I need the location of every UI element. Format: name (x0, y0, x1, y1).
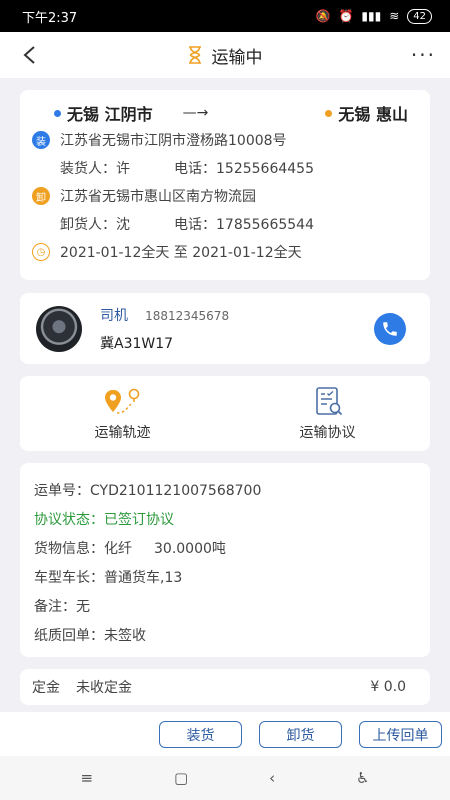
signal-icon: ▮▮▮ (361, 9, 382, 23)
unloader-phone[interactable]: 电话：17855665544 (174, 214, 314, 234)
date-row: ◷ 2021-01-12全天 至 2021-01-12全天 (32, 238, 418, 266)
remark: 备注：无 (34, 598, 90, 615)
loader-phone[interactable]: 电话：15255664455 (174, 158, 314, 178)
destination-city: 无锡 惠山 (338, 105, 408, 124)
status-time: 下午2:37 (22, 10, 78, 26)
call-button[interactable] (374, 312, 406, 345)
deposit-amount: ¥ 0.0 (370, 679, 406, 695)
menu-icon[interactable]: ≡ (80, 769, 93, 787)
more-menu-button[interactable]: ··· (411, 42, 436, 68)
load-badge-icon: 装 (32, 131, 50, 149)
back-icon[interactable]: ‹ (269, 769, 275, 787)
deposit-label: 定金 (32, 680, 60, 696)
driver-phone: 18812345678 (145, 308, 230, 323)
route-destination: 无锡 惠山 (325, 101, 408, 125)
deposit-card: 定金 未收定金 ¥ 0.0 (20, 669, 430, 705)
paper-receipt: 纸质回单：未签收 (34, 627, 146, 644)
status-bar: 下午2:37 🔕 ⏰ ▮▮▮ ≋ 42 (0, 0, 450, 32)
waybill-number: 运单号：CYD210112100756870​0 (34, 482, 262, 499)
agreement-button[interactable]: 运输协议 (225, 376, 430, 451)
document-search-icon (315, 386, 342, 415)
track-label: 运输轨迹 (94, 424, 151, 441)
deposit-status: 未收定金 (76, 680, 132, 696)
hourglass-icon (188, 46, 201, 64)
vehicle-info: 车型车长：普通货车,13 (34, 569, 183, 586)
unloader-row: 卸货人：沈 电话：17855665544 (32, 210, 418, 238)
alarm-icon: ⏰ (338, 9, 354, 23)
loader-name: 装货人：许 (60, 161, 130, 177)
unload-button[interactable]: 卸货 (259, 721, 342, 748)
mute-icon: 🔕 (315, 9, 331, 23)
bottom-action-bar: 装货 卸货 上传回单 (0, 712, 450, 756)
page-title: 运输中 (0, 43, 450, 68)
clock-icon: ◷ (32, 243, 50, 261)
driver-label: 司机 (100, 307, 128, 324)
accessibility-icon[interactable]: ♿ (356, 769, 369, 787)
status-icons: 🔕 ⏰ ▮▮▮ ≋ 42 (315, 8, 432, 24)
unload-badge-icon: 卸 (32, 187, 50, 205)
loader-row: 装货人：许 电话：15255664455 (32, 154, 418, 182)
route-arrow-icon: —→ (182, 105, 209, 121)
upload-receipt-button[interactable]: 上传回单 (359, 721, 442, 748)
driver-card: 司机 18812345678 冀A31W17 (20, 293, 430, 364)
cargo-weight: 30.0000吨 (154, 540, 226, 557)
back-button[interactable] (14, 38, 44, 72)
home-icon[interactable]: ▢ (174, 769, 188, 787)
route-card: 无锡 江阴市 —→ 无锡 惠山 装 江苏省无锡市江阴市澄杨路10008号 装货人… (20, 90, 430, 280)
agreement-status: 协议状态：已签订协议 (34, 511, 174, 528)
date-range: 2021-01-12全天 至 2021-01-12全天 (60, 245, 302, 261)
destination-dot-icon (325, 109, 333, 117)
unload-address: 江苏省无锡市惠山区南方物流园 (60, 189, 256, 205)
wifi-icon: ≋ (389, 9, 400, 23)
phone-icon (383, 321, 397, 336)
cargo-row: 货物信息：化纤 30.0000吨 (34, 533, 416, 562)
cargo-info: 货物信息：化纤 (34, 540, 132, 557)
origin-dot-icon (54, 109, 61, 117)
page-title-text: 运输中 (211, 47, 263, 68)
load-button[interactable]: 装货 (159, 721, 242, 748)
route-cities: 无锡 江阴市 —→ 无锡 惠山 (32, 100, 418, 126)
route-track-icon (104, 388, 139, 414)
agreement-label: 运输协议 (299, 424, 356, 441)
track-button[interactable]: 运输轨迹 (20, 376, 225, 451)
unloader-name: 卸货人：沈 (60, 217, 130, 233)
nav-bar: 运输中 ··· (0, 32, 450, 78)
avatar (36, 305, 82, 352)
order-card: 运单号：CYD210112100756870​0 协议状态：已签订协议 货物信息… (20, 463, 430, 657)
route-origin: 无锡 江阴市 (54, 101, 153, 125)
unload-address-row: 卸 江苏省无锡市惠山区南方物流园 (32, 182, 418, 210)
chevron-left-icon (23, 46, 35, 64)
origin-city: 无锡 江阴市 (67, 105, 153, 124)
system-nav-bar: ≡ ▢ ‹ ♿ (0, 756, 450, 800)
battery-icon: 42 (407, 8, 432, 24)
load-address-row: 装 江苏省无锡市江阴市澄杨路10008号 (32, 126, 418, 154)
actions-card: 运输轨迹 运输协议 (20, 376, 430, 451)
license-plate: 冀A31W17 (100, 335, 174, 352)
driver-info: 司机 18812345678 冀A31W17 (100, 305, 374, 353)
load-address: 江苏省无锡市江阴市澄杨路10008号 (60, 133, 287, 149)
